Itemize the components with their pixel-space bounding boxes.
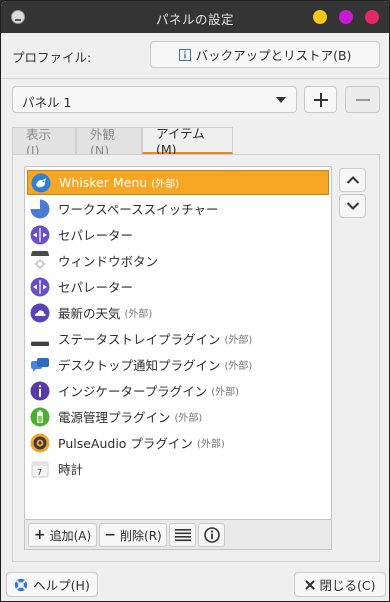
close-label: 閉じる(C) [319,578,376,593]
tab-appearance[interactable]: 外観(N) [76,127,142,158]
item-tag: (外部) [174,413,203,424]
minus-icon [355,98,370,101]
item-name: 時計 [58,462,84,477]
backup-restore-label: バックアップとリストア(B) [195,48,352,63]
close-button[interactable]: 閉じる(C) [294,572,386,597]
chevron-up-icon [346,176,359,184]
list-item[interactable]: Whisker Menu (外部) [27,170,329,195]
divider [1,78,389,79]
tab-display[interactable]: 表示(I) [12,127,76,158]
move-down-button[interactable] [339,194,366,218]
item-tag: (外部) [151,179,179,190]
info-box-icon [178,48,191,61]
item-tag: (外部) [124,309,153,320]
maximize-button[interactable] [339,10,353,24]
list-item[interactable]: ウィンドウボタン [27,248,329,273]
item-name: デスクトップ通知プラグイン [58,358,221,373]
item-about-button[interactable] [198,523,225,547]
item-name: ステータストレイプラグイン [58,332,221,347]
item-name: ウィンドウボタン [58,254,159,269]
item-name: セパレーター [58,280,134,295]
separator-icon [30,277,50,297]
window-title: パネルの設定 [155,12,234,27]
move-up-button[interactable] [339,168,366,192]
item-list-button[interactable] [169,523,196,547]
list-item[interactable]: セパレーター [27,274,329,299]
item-name: インジケータープラグイン [58,384,208,399]
tab-bar: 表示(I) 外観(N) アイテム(M) [12,126,380,158]
panel-preferences-window: パネルの設定 プロファイル: バックアップとリストア(B) パネル 1 表示(I… [0,0,390,602]
whisker-menu-icon [31,173,51,193]
weather-cloud-icon [30,303,50,323]
plus-icon: + [33,527,46,543]
tab-items-label: アイテム(M) [156,126,205,157]
item-tag: (外部) [224,361,253,372]
list-item[interactable]: ステータストレイプラグイン (外部) [27,326,329,351]
panel-select[interactable]: パネル 1 [12,86,297,113]
item-name: ワークスペーススイッチャー [58,202,219,217]
list-item[interactable]: インジケータープラグイン (外部) [27,378,329,403]
workspace-switcher-icon [30,199,50,219]
minimize-button[interactable] [313,10,327,24]
item-name: Whisker Menu [59,175,148,190]
svg-text:7: 7 [37,468,42,477]
close-window-button[interactable] [365,10,379,24]
remove-item-label: 削除(R) [120,528,162,543]
list-item[interactable]: デスクトップ通知プラグイン (外部) [27,352,329,377]
add-item-button[interactable]: + 追加(A) [28,523,97,547]
item-tag: (外部) [196,439,225,450]
notification-icon [30,355,50,375]
list-item[interactable]: 電源管理プラグイン (外部) [27,404,329,429]
calendar-clock-icon: 7 [30,459,50,479]
close-x-icon [304,579,315,590]
title-bar[interactable]: パネルの設定 [1,1,389,33]
list-item[interactable]: PulseAudio プラグイン (外部) [27,430,329,455]
help-label: ヘルプ(H) [33,578,90,593]
items-list[interactable]: Whisker Menu (外部) ワークスペーススイッチャー セパレーター ウ… [24,166,332,520]
item-name: 電源管理プラグイン [58,410,171,425]
list-item[interactable]: セパレーター [27,222,329,247]
dropdown-arrow-icon [276,97,286,103]
item-name: PulseAudio プラグイン [58,436,193,451]
tab-display-label: 表示(I) [26,127,52,158]
add-item-label: 追加(A) [49,528,92,543]
help-button[interactable]: ヘルプ(H) [6,572,98,597]
window-buttons-icon [30,250,50,271]
status-tray-icon [30,329,50,349]
item-tag: (外部) [211,387,240,398]
remove-panel-button[interactable] [345,86,380,113]
profile-label: プロファイル: [12,50,92,65]
list-item[interactable]: ワークスペーススイッチャー [27,196,329,221]
add-panel-button[interactable] [304,86,337,113]
items-tab-panel: Whisker Menu (外部) ワークスペーススイッチャー セパレーター ウ… [12,154,380,562]
indicator-info-icon [30,381,50,401]
item-tag: (外部) [224,335,253,346]
minus-icon: − [104,527,117,543]
panel-select-value: パネル 1 [22,95,72,110]
remove-item-button[interactable]: − 削除(R) [99,523,167,547]
battery-icon [30,407,50,427]
items-toolbar: + 追加(A) − 削除(R) [24,520,332,550]
plus-icon [313,92,328,107]
tab-items[interactable]: アイテム(M) [142,126,233,157]
item-name: 最新の天気 [58,306,121,321]
lifebuoy-icon [14,578,28,592]
about-info-icon [203,527,220,543]
list-icon [174,529,191,542]
speaker-icon [30,433,50,453]
chevron-down-icon [346,202,359,210]
list-item[interactable]: 7 時計 [27,456,329,481]
item-name: セパレーター [58,228,134,243]
backup-restore-button[interactable]: バックアップとリストア(B) [150,41,380,68]
list-item[interactable]: 最新の天気 (外部) [27,300,329,325]
tab-appearance-label: 外観(N) [90,127,116,158]
separator-icon [30,225,50,245]
